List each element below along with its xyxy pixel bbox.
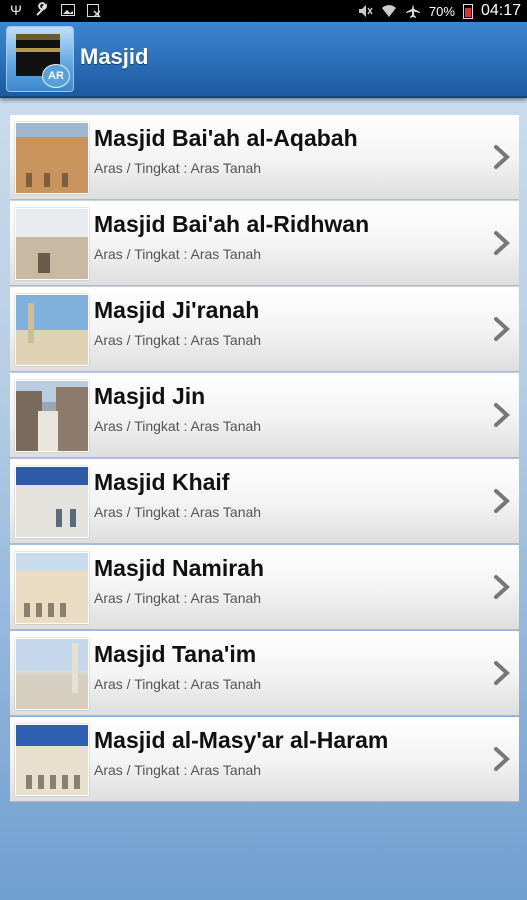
list-item-subtitle: Aras / Tingkat : Aras Tanah [94, 762, 262, 778]
list-item-subtitle: Aras / Tingkat : Aras Tanah [94, 418, 262, 434]
list-item-subtitle: Aras / Tingkat : Aras Tanah [94, 676, 262, 692]
chevron-right-icon [494, 661, 510, 685]
masjid-thumbnail [15, 122, 89, 194]
mute-icon [357, 3, 373, 19]
page-title: Masjid [80, 44, 149, 69]
list-item[interactable]: Masjid Namirah Aras / Tingkat : Aras Tan… [10, 545, 519, 630]
list-item-title: Masjid Jin [94, 383, 206, 409]
list-item-subtitle: Aras / Tingkat : Aras Tanah [94, 590, 262, 606]
app-logo-icon[interactable]: AR [6, 26, 74, 92]
list-item[interactable]: Masjid Tana'im Aras / Tingkat : Aras Tan… [10, 631, 519, 716]
chevron-right-icon [494, 747, 510, 771]
battery-icon [462, 3, 473, 19]
image-icon [60, 2, 76, 18]
chevron-right-icon [494, 489, 510, 513]
app-bar: AR Masjid [0, 22, 527, 98]
airplane-icon [405, 3, 421, 19]
masjid-thumbnail [15, 724, 89, 796]
list-item[interactable]: Masjid al-Masy'ar al-Haram Aras / Tingka… [10, 717, 519, 802]
wifi-icon [381, 3, 397, 19]
wrench-icon [34, 2, 50, 18]
masjid-thumbnail [15, 638, 89, 710]
list-item-subtitle: Aras / Tingkat : Aras Tanah [94, 504, 262, 520]
status-bar: Ψ 70% 04:17 [0, 0, 527, 22]
notification-icons: Ψ [8, 2, 102, 18]
chevron-right-icon [494, 575, 510, 599]
list-item-title: Masjid Ji'ranah [94, 297, 260, 323]
usb-icon: Ψ [10, 2, 22, 18]
battery-percent: 70% [428, 3, 455, 19]
chevron-right-icon [494, 403, 510, 427]
list-item-title: Masjid Khaif [94, 469, 230, 495]
ar-badge: AR [42, 64, 70, 88]
chevron-right-icon [494, 145, 510, 169]
list-item-title: Masjid Bai'ah al-Aqabah [94, 125, 358, 151]
list-item[interactable]: Masjid Khaif Aras / Tingkat : Aras Tanah [10, 459, 519, 544]
masjid-thumbnail [15, 294, 89, 366]
list-item-subtitle: Aras / Tingkat : Aras Tanah [94, 246, 262, 262]
list-item-title: Masjid Tana'im [94, 641, 257, 667]
system-icons: 70% 04:17 [357, 2, 521, 20]
list-item[interactable]: Masjid Ji'ranah Aras / Tingkat : Aras Ta… [10, 287, 519, 372]
calendar-x-icon [86, 2, 102, 18]
list-item-title: Masjid Namirah [94, 555, 264, 581]
list-item-title: Masjid Bai'ah al-Ridhwan [94, 211, 370, 237]
chevron-right-icon [494, 231, 510, 255]
masjid-thumbnail [15, 552, 89, 624]
list-item[interactable]: Masjid Bai'ah al-Aqabah Aras / Tingkat :… [10, 115, 519, 200]
list-item[interactable]: Masjid Jin Aras / Tingkat : Aras Tanah [10, 373, 519, 458]
masjid-thumbnail [15, 380, 89, 452]
list-item-subtitle: Aras / Tingkat : Aras Tanah [94, 332, 262, 348]
chevron-right-icon [494, 317, 510, 341]
masjid-thumbnail [15, 208, 89, 280]
masjid-list: Masjid Bai'ah al-Aqabah Aras / Tingkat :… [10, 115, 519, 803]
list-item[interactable]: Masjid Bai'ah al-Ridhwan Aras / Tingkat … [10, 201, 519, 286]
masjid-thumbnail [15, 466, 89, 538]
list-item-title: Masjid al-Masy'ar al-Haram [94, 727, 389, 753]
list-item-subtitle: Aras / Tingkat : Aras Tanah [94, 160, 262, 176]
clock: 04:17 [480, 2, 521, 19]
